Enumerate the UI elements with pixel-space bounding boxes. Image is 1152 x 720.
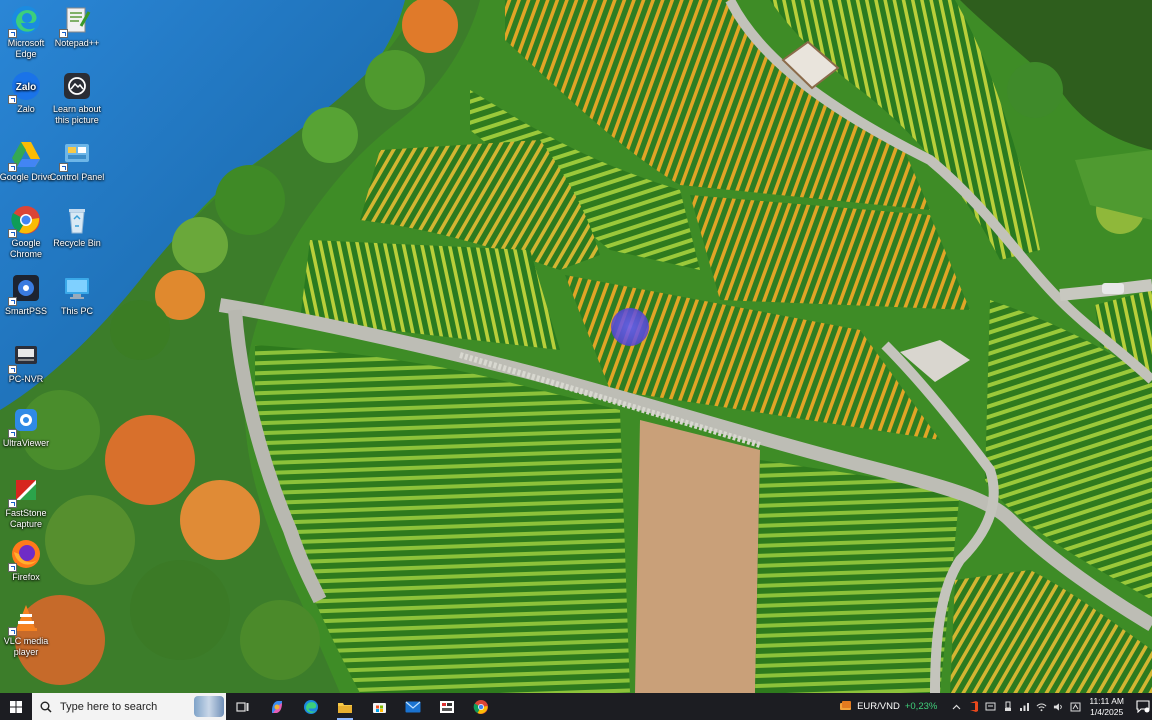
windows-logo-icon — [10, 700, 22, 713]
volume-icon[interactable] — [1053, 701, 1064, 712]
microsoft-store-icon — [372, 703, 386, 713]
desktop-icon-label: VLC media player — [3, 636, 49, 657]
desktop-icon-label: Recycle Bin — [53, 238, 101, 248]
taskbar-file-explorer[interactable] — [328, 693, 362, 720]
edge-icon — [304, 699, 318, 714]
copilot-icon — [272, 700, 282, 713]
desktop-icon-label: UltraViewer — [2, 438, 50, 448]
search-placeholder: Type here to search — [60, 700, 158, 713]
edge-icon — [8, 4, 42, 38]
desktop-icon-learn-about-picture[interactable]: Learn about this picture — [47, 70, 107, 126]
chevron-up-icon[interactable] — [951, 701, 962, 712]
desktop-icon-pc-nvr[interactable]: PC-NVR — [0, 340, 56, 385]
snipping-icon — [440, 700, 454, 713]
start-button[interactable] — [0, 693, 32, 720]
search-highlight-image — [194, 696, 224, 717]
desktop-icon-label: FastStone Capture — [5, 508, 47, 529]
search-icon — [40, 701, 52, 713]
desktop-wallpaper — [0, 0, 1152, 693]
notepad-plus-plus-icon — [59, 4, 93, 38]
zalo-icon: Zalo — [8, 70, 42, 104]
tray-icons — [951, 701, 1081, 712]
pc-nvr-icon — [8, 340, 42, 374]
desktop-icon-control-panel[interactable]: Control Panel — [47, 138, 107, 183]
desktop-icon-vlc[interactable]: VLC media player — [0, 602, 56, 658]
desktop-icon-label: PC-NVR — [8, 374, 44, 384]
taskbar-microsoft-store[interactable] — [362, 693, 396, 720]
mouse-cursor-highlight — [611, 308, 649, 346]
taskbar-task-view[interactable] — [226, 693, 260, 720]
taskbar-snipping-tool[interactable] — [430, 693, 464, 720]
currency-ticker-widget[interactable]: EUR/VND +0,23% — [839, 700, 937, 713]
desktop-icon-label: Notepad++ — [54, 38, 100, 48]
taskbar-search-box[interactable]: Type here to search — [32, 693, 226, 720]
file-explorer-icon — [338, 702, 352, 713]
taskbar-copilot[interactable] — [260, 693, 294, 720]
google-drive-icon — [8, 138, 42, 172]
system-tray: EUR/VND +0,23% 11:11 AM 1/4/2025 — [839, 693, 1152, 720]
desktop-icon-notepad-plus-plus[interactable]: Notepad++ — [47, 4, 107, 49]
smartpss-icon — [8, 272, 42, 306]
vlc-icon — [8, 602, 42, 636]
task-view-icon — [236, 701, 249, 712]
desktop-icon-label: Firefox — [12, 572, 40, 582]
desktop-icon-label: Learn about this picture — [52, 104, 102, 125]
system-clock[interactable]: 11:11 AM 1/4/2025 — [1089, 696, 1124, 718]
ticker-pair: EUR/VND — [857, 701, 900, 712]
chrome-icon — [473, 699, 488, 714]
currency-exchange-icon — [840, 701, 852, 710]
notification-center-button[interactable] — [1134, 693, 1152, 720]
firefox-icon — [8, 538, 42, 572]
office-icon[interactable] — [968, 701, 979, 712]
wifi-icon[interactable] — [1036, 701, 1047, 712]
desktop-icon-this-pc[interactable]: This PC — [47, 272, 107, 317]
ticker-change: +0,23% — [904, 701, 938, 712]
faststone-capture-icon — [8, 474, 42, 508]
clock-time: 11:11 AM — [1089, 695, 1124, 706]
chrome-icon — [8, 204, 42, 238]
notification-icon — [1136, 700, 1150, 713]
desktop-icon-label: Control Panel — [49, 172, 105, 182]
taskbar-chrome[interactable] — [464, 693, 498, 720]
desktop-icon-label: This PC — [60, 306, 93, 316]
svg-text:Zalo: Zalo — [16, 82, 37, 93]
this-pc-icon — [61, 272, 93, 304]
onedrive-cloud-icon[interactable] — [985, 701, 996, 712]
camera-icon — [61, 70, 93, 102]
desktop-icon-firefox[interactable]: Firefox — [0, 538, 56, 583]
language-icon[interactable] — [1070, 701, 1081, 712]
desktop-icon-faststone-capture[interactable]: FastStone Capture — [0, 474, 56, 530]
desktop-icon-recycle-bin[interactable]: Recycle Bin — [47, 204, 107, 249]
taskbar-mail[interactable] — [396, 693, 430, 720]
recycle-bin-icon — [61, 204, 93, 236]
mail-icon — [405, 701, 421, 712]
taskbar-edge[interactable] — [294, 693, 328, 720]
control-panel-icon — [59, 138, 93, 172]
desktop-icon-ultraviewer[interactable]: UltraViewer — [0, 404, 56, 449]
taskbar: Type here to search EUR/VND +0,23% 11:11… — [0, 693, 1152, 720]
network-icon[interactable] — [1019, 701, 1030, 712]
ultraviewer-icon — [8, 404, 42, 438]
clock-date: 1/4/2025 — [1090, 706, 1124, 717]
usb-device-icon[interactable] — [1002, 701, 1013, 712]
